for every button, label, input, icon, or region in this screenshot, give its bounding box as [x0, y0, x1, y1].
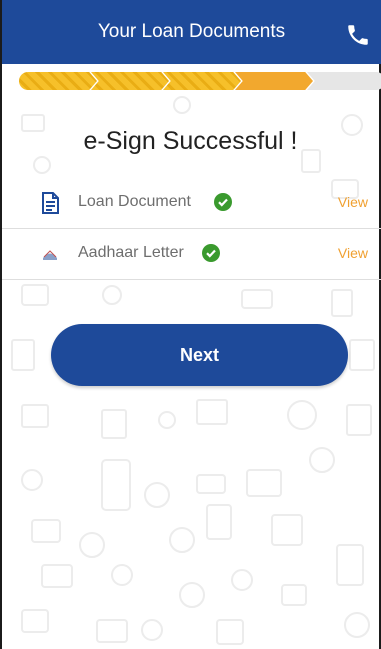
next-button[interactable]: Next [51, 324, 348, 386]
progress-step [163, 72, 241, 90]
progress-step [91, 72, 169, 90]
check-circle-icon [202, 244, 220, 262]
view-loan-document-link[interactable]: View [338, 194, 368, 210]
progress-step-pending [307, 72, 381, 90]
view-aadhaar-letter-link[interactable]: View [338, 245, 368, 261]
document-row-aadhaar: Aadhaar Letter View [2, 229, 381, 280]
call-button[interactable] [345, 22, 371, 48]
check-circle-icon [214, 193, 232, 211]
document-row-loan: Loan Document View [2, 178, 381, 229]
document-label: Loan Document [78, 193, 191, 210]
progress-step [19, 72, 97, 90]
esign-status-title: e-Sign Successful ! [83, 127, 298, 155]
progress-step-current [235, 72, 313, 90]
phone-icon [348, 25, 368, 45]
page-title: Your Loan Documents [97, 21, 286, 42]
app-header: Your Loan Documents [2, 0, 381, 64]
aadhaar-icon [40, 243, 60, 265]
progress-stepper [19, 72, 381, 92]
document-label: Aadhaar Letter [78, 244, 184, 261]
document-icon [40, 192, 60, 214]
